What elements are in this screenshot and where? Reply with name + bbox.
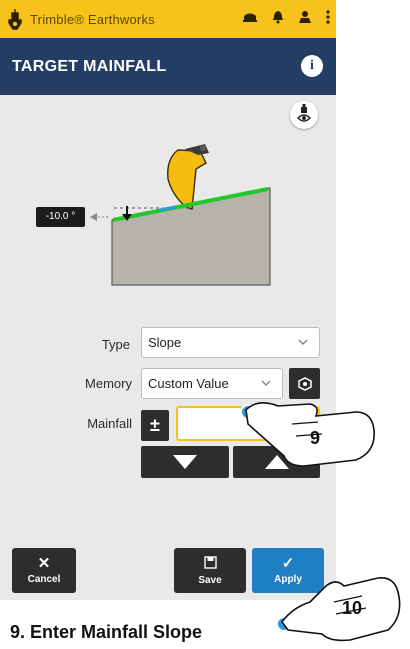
decrease-button[interactable]	[141, 446, 229, 478]
more-vert-icon[interactable]	[326, 9, 330, 29]
sign-toggle-button[interactable]: ±	[141, 410, 169, 441]
type-select-value: Slope	[148, 335, 182, 350]
save-label: Save	[198, 574, 222, 586]
info-icon[interactable]: i	[301, 55, 323, 77]
mainfall-label: Mainfall	[87, 416, 132, 431]
chevron-down-icon	[298, 339, 308, 346]
device-screen: Trimble® Earthworks TARGET MAINFALL i -1…	[0, 0, 336, 600]
notification-bell-icon[interactable]	[272, 10, 284, 29]
camera-view-button[interactable]	[290, 101, 318, 129]
page-title: TARGET MAINFALL	[12, 57, 167, 75]
save-icon	[203, 555, 217, 572]
status-bar: Trimble® Earthworks	[0, 0, 336, 38]
save-to-memory-button[interactable]	[289, 368, 320, 399]
memory-select[interactable]: Custom Value	[141, 368, 283, 399]
close-icon: ✕	[37, 555, 51, 572]
app-title: Trimble® Earthworks	[30, 11, 155, 27]
step-10-label: 10	[342, 598, 363, 618]
tap-hand-step-10	[276, 576, 401, 642]
camera-view-icon	[297, 104, 311, 122]
memory-label: Memory	[85, 376, 132, 391]
check-icon: ✓	[281, 555, 295, 572]
cancel-label: Cancel	[27, 574, 61, 585]
machine-icon[interactable]	[242, 10, 258, 28]
memory-store-icon	[297, 376, 312, 391]
triangle-down-icon	[173, 455, 197, 469]
title-bar: TARGET MAINFALL i	[0, 38, 336, 95]
operator-icon[interactable]	[298, 10, 312, 29]
cancel-button[interactable]: ✕ Cancel	[12, 548, 76, 593]
type-select[interactable]: Slope	[141, 327, 320, 358]
memory-select-value: Custom Value	[148, 376, 229, 391]
step-9-label: 9	[310, 428, 321, 448]
save-button[interactable]: Save	[174, 548, 246, 593]
chevron-down-icon	[261, 380, 271, 387]
step-caption: 9. Enter Mainfall Slope	[10, 622, 203, 642]
trimble-logo-icon	[0, 8, 30, 30]
type-label: Type	[101, 337, 130, 352]
slope-value-label: -10.0 °	[36, 207, 85, 227]
